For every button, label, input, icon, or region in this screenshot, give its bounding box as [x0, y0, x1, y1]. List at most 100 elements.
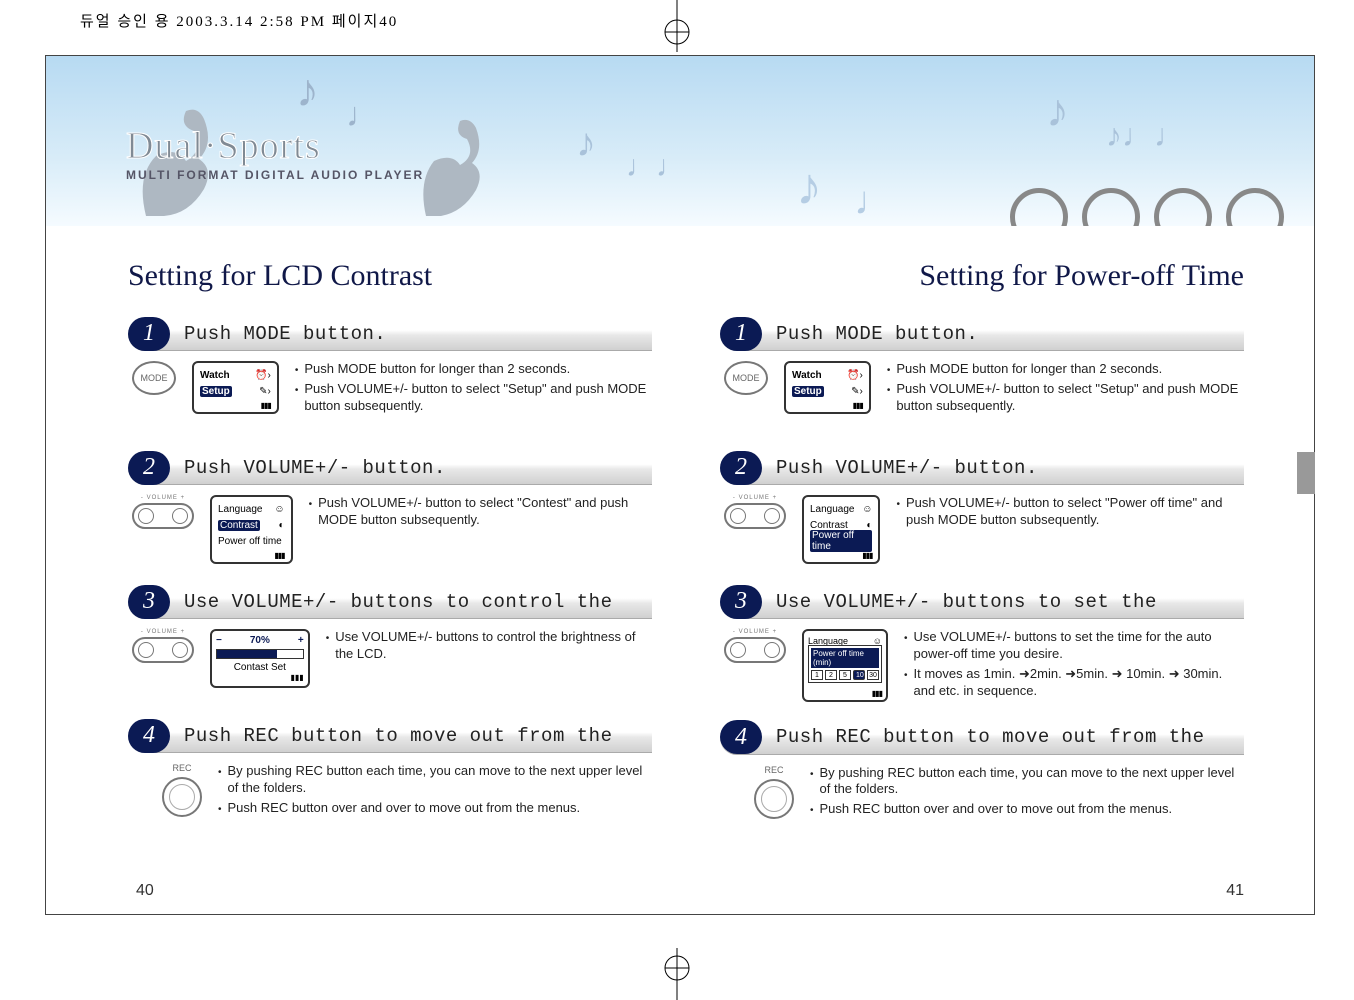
bullet-list: Push MODE button for longer than 2 secon… [295, 361, 652, 418]
bullet-item: Push REC button over and over to move ou… [810, 801, 1244, 818]
bullet-item: Push VOLUME+/- button to select "Power o… [896, 495, 1244, 529]
volume-rocker-icon [724, 637, 786, 663]
popup-value: 1 [811, 670, 823, 680]
edit-icon: ✎› [851, 386, 863, 397]
contrast-icon: ◐ [279, 520, 285, 531]
popup-title: Power off time (min) [811, 648, 879, 668]
mode-button-graphic: MODE [132, 361, 176, 395]
volume-button-graphic: - VOLUME + [724, 629, 786, 663]
alarm-icon: ⏰› [847, 370, 863, 381]
left-step4-head: 4 Push REC button to move out from the [128, 719, 652, 753]
step-title: Push MODE button. [776, 323, 978, 345]
left-title: Setting for LCD Contrast [128, 259, 652, 293]
step-title: Push REC button to move out from the [776, 726, 1204, 748]
volume-label: - VOLUME + [141, 495, 185, 501]
volume-label: - VOLUME + [141, 629, 185, 635]
step-title: Push REC button to move out from the [184, 725, 612, 747]
lcd-row: Watch [792, 370, 822, 381]
page-number-left: 40 [136, 882, 154, 900]
face-icon: ☺ [274, 504, 284, 515]
step-number-icon: 3 [128, 585, 170, 619]
bullet-item: Push REC button over and over to move ou… [218, 800, 652, 817]
bullet-item: Push MODE button for longer than 2 secon… [887, 361, 1244, 378]
svg-text:♪: ♪ [296, 64, 319, 116]
rec-button-graphic: REC [754, 765, 794, 819]
popup-value-selected: 10 [853, 670, 865, 680]
lcd-screen: Watch⏰› Setup✎› ▮▮▮ [784, 361, 871, 414]
left-step1-head: 1 Push MODE button. [128, 317, 652, 351]
banner-circles [1010, 188, 1284, 226]
volume-rocker-icon [132, 637, 194, 663]
bullet-item: By pushing REC button each time, you can… [810, 765, 1244, 799]
page-frame: ♪ ♩ ♪ ♩♩ ♪ ♩ ♪ ♪♩♩ Dual·Sports MULTI FOR… [45, 55, 1315, 915]
battery-icon: ▮▮▮ [216, 673, 304, 682]
bullet-list: By pushing REC button each time, you can… [810, 765, 1244, 822]
mode-button-icon: MODE [724, 361, 768, 395]
volume-rocker-icon [132, 503, 194, 529]
step-number-icon: 1 [720, 317, 762, 351]
step-title: Use VOLUME+/- buttons to control the [184, 591, 612, 613]
lcd-screen: Language☺ Contrast◐ Power off time ▮▮▮ [210, 495, 293, 564]
right-step4-head: 4 Push REC button to move out from the [720, 721, 1244, 755]
bullet-item: It moves as 1min. ➜2min. ➜5min. ➜ 10min.… [904, 666, 1244, 700]
step-title: Use VOLUME+/- buttons to set the [776, 591, 1157, 613]
right-step3-head: 3 Use VOLUME+/- buttons to set the [720, 585, 1244, 619]
battery-icon: ▮▮▮ [792, 401, 863, 410]
minus-icon: − [216, 635, 222, 646]
brand-subtitle: MULTI FORMAT DIGITAL AUDIO PLAYER [126, 168, 424, 182]
rec-label: REC [764, 765, 783, 775]
right-page: Setting for Power-off Time 1 Push MODE b… [680, 251, 1314, 914]
lcd-contrast-bar: − 70% + Contast Set ▮▮▮ [210, 629, 310, 688]
rec-button-icon [754, 779, 794, 819]
battery-icon: ▮▮▮ [200, 401, 271, 410]
bullet-item: Use VOLUME+/- buttons to control the bri… [326, 629, 652, 663]
step-title: Push VOLUME+/- button. [776, 457, 1038, 479]
battery-icon: ▮▮▮ [808, 689, 882, 698]
mode-button-icon: MODE [132, 361, 176, 395]
page-number-right: 41 [1226, 882, 1244, 900]
volume-button-graphic: - VOLUME + [724, 495, 786, 529]
lcd-row: Language [810, 504, 855, 515]
rec-label: REC [172, 763, 191, 773]
popup-value: 30 [867, 670, 879, 680]
svg-text:♩: ♩ [854, 179, 894, 223]
alarm-icon: ⏰› [255, 370, 271, 381]
plus-icon: + [298, 635, 304, 646]
left-page: Setting for LCD Contrast 1 Push MODE but… [46, 251, 680, 914]
mode-button-graphic: MODE [724, 361, 768, 395]
battery-icon: ▮▮▮ [218, 551, 285, 560]
edit-icon: ✎› [259, 386, 271, 397]
bullet-item: Push VOLUME+/- button to select "Contest… [309, 495, 652, 529]
percent-value: 70% [250, 635, 270, 646]
step-number-icon: 3 [720, 585, 762, 619]
volume-label: - VOLUME + [733, 495, 777, 501]
svg-text:♪: ♪ [1046, 84, 1069, 136]
lcd-row: Power off time [218, 536, 282, 547]
bullet-list: Push VOLUME+/- button to select "Contest… [309, 495, 652, 532]
lcd-row-selected: Power off time [810, 530, 872, 552]
bullet-item: Push VOLUME+/- button to select "Setup" … [887, 381, 1244, 415]
bullet-item: By pushing REC button each time, you can… [218, 763, 652, 797]
battery-icon: ▮▮▮ [810, 551, 872, 560]
bullet-list: Use VOLUME+/- buttons to control the bri… [326, 629, 652, 666]
step-number-icon: 4 [128, 719, 170, 753]
right-step2-head: 2 Push VOLUME+/- button. [720, 451, 1244, 485]
right-title: Setting for Power-off Time [720, 259, 1244, 293]
volume-label: - VOLUME + [733, 629, 777, 635]
bullet-list: Use VOLUME+/- buttons to set the time fo… [904, 629, 1244, 703]
lcd-bar-label: Contast Set [216, 662, 304, 673]
volume-button-graphic: - VOLUME + [132, 495, 194, 529]
step-number-icon: 4 [720, 720, 762, 754]
volume-rocker-icon [724, 503, 786, 529]
step-number-icon: 2 [720, 451, 762, 485]
bullet-item: Push VOLUME+/- button to select "Setup" … [295, 381, 652, 415]
popup-value: 2 [825, 670, 837, 680]
rec-button-graphic: REC [162, 763, 202, 817]
step-number-icon: 1 [128, 317, 170, 351]
popup-value: 5 [839, 670, 851, 680]
lcd-row: Contrast [810, 520, 848, 531]
rec-button-icon [162, 777, 202, 817]
lcd-row: Watch [200, 370, 230, 381]
lcd-row-selected: Setup [200, 386, 232, 397]
volume-button-graphic: - VOLUME + [132, 629, 194, 663]
